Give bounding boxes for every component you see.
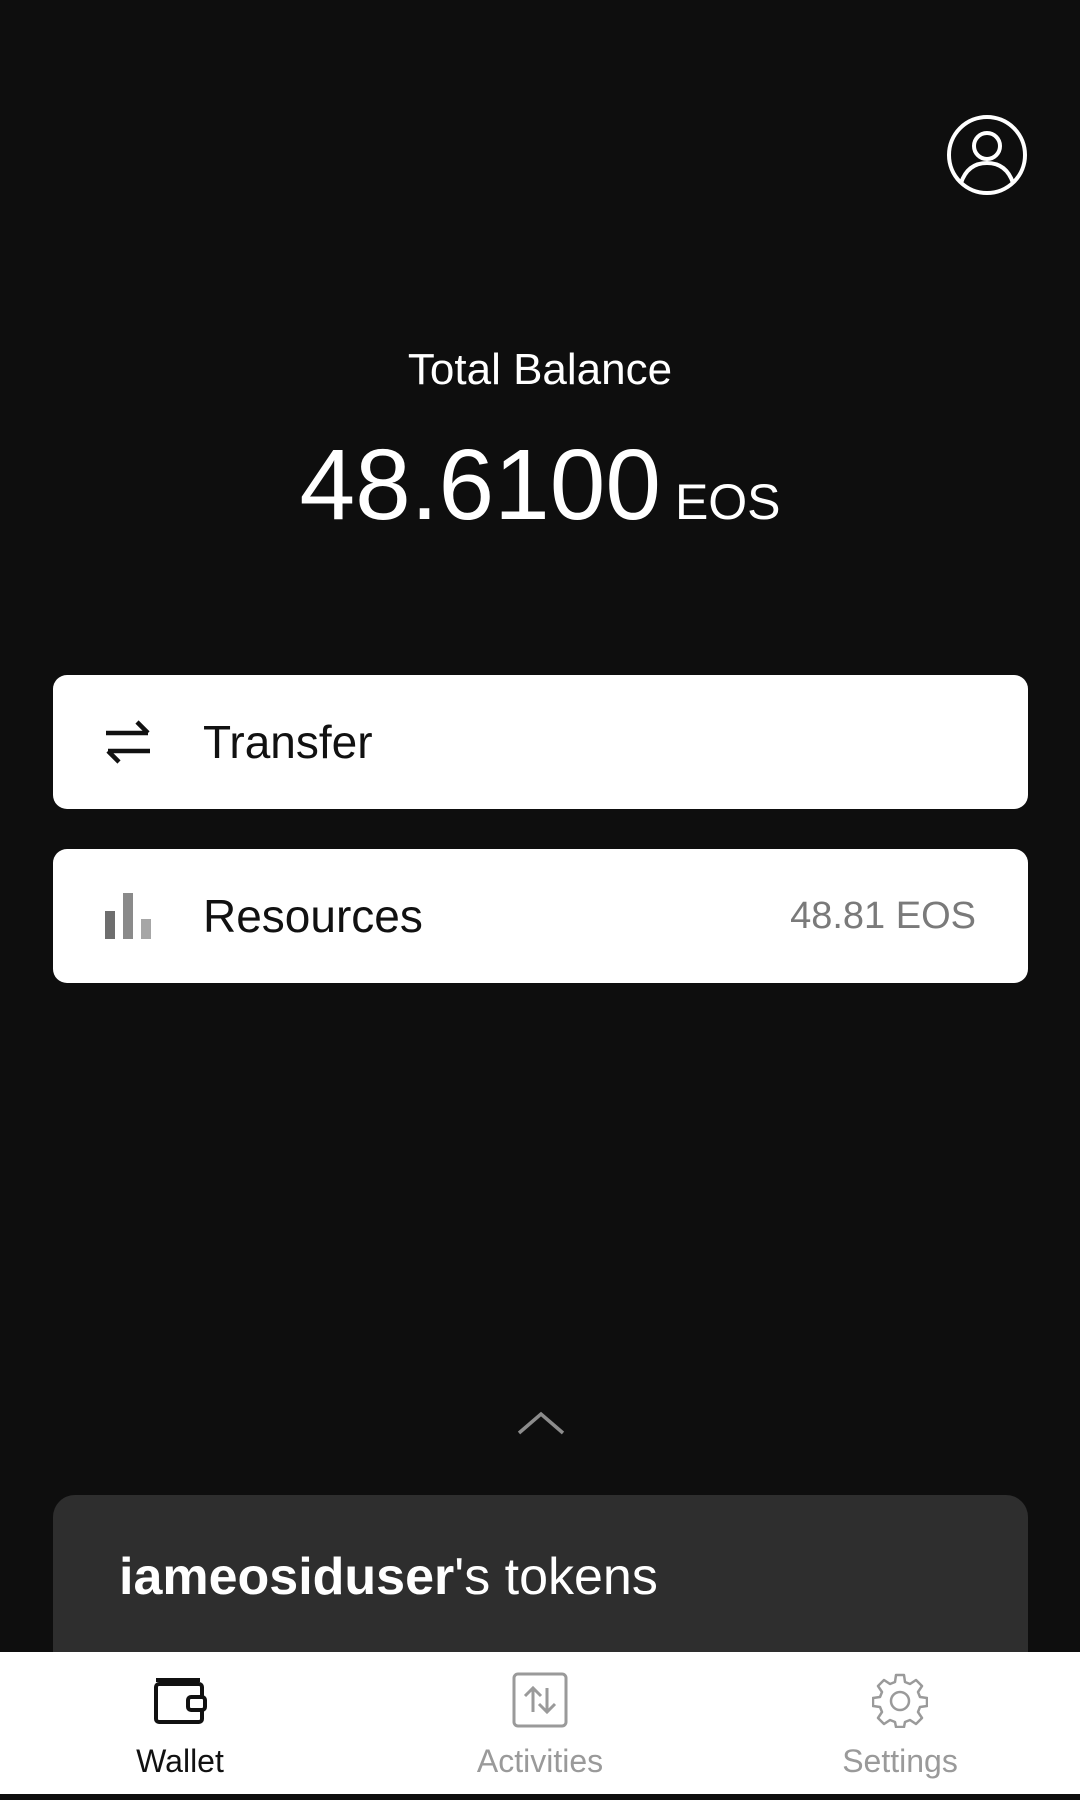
resources-button[interactable]: Resources 48.81 EOS xyxy=(53,849,1028,983)
chevron-up-icon[interactable] xyxy=(516,1410,566,1436)
resources-label: Resources xyxy=(203,890,423,942)
transfer-label: Transfer xyxy=(203,716,373,768)
bar-chart-icon xyxy=(105,893,151,939)
wallet-icon xyxy=(154,1678,207,1724)
balance-unit: EOS xyxy=(674,474,781,530)
nav-label-wallet: Wallet xyxy=(136,1743,224,1779)
resources-value: 48.81 EOS xyxy=(790,895,976,937)
wallet-screen: Total Balance 48.6100 EOS Transfer Resour… xyxy=(0,0,1080,1800)
transfer-button[interactable]: Transfer xyxy=(53,675,1028,809)
balance-amount: 48.6100 xyxy=(299,429,661,541)
nav-label-activities: Activities xyxy=(476,1743,604,1779)
total-balance-label: Total Balance xyxy=(407,345,673,394)
nav-item-activities[interactable]: Activities xyxy=(360,1652,720,1794)
total-balance-value: 48.6100 EOS xyxy=(0,430,1080,557)
user-circle-icon xyxy=(947,115,1027,195)
profile-button[interactable] xyxy=(946,114,1028,196)
tokens-title: iameosiduser's tokens xyxy=(119,1547,658,1607)
nav-item-settings[interactable]: Settings xyxy=(720,1652,1080,1794)
bottom-navigation: Wallet Activities Settings xyxy=(0,1652,1080,1794)
account-name: iameosiduser xyxy=(119,1548,455,1606)
nav-label-settings: Settings xyxy=(842,1743,958,1779)
gear-icon xyxy=(872,1673,928,1728)
nav-item-wallet[interactable]: Wallet xyxy=(0,1652,360,1794)
activity-arrows-icon xyxy=(512,1672,568,1728)
screen-bottom-edge xyxy=(0,1794,1080,1800)
swap-arrows-icon xyxy=(106,720,150,764)
tokens-suffix: 's tokens xyxy=(454,1548,658,1606)
